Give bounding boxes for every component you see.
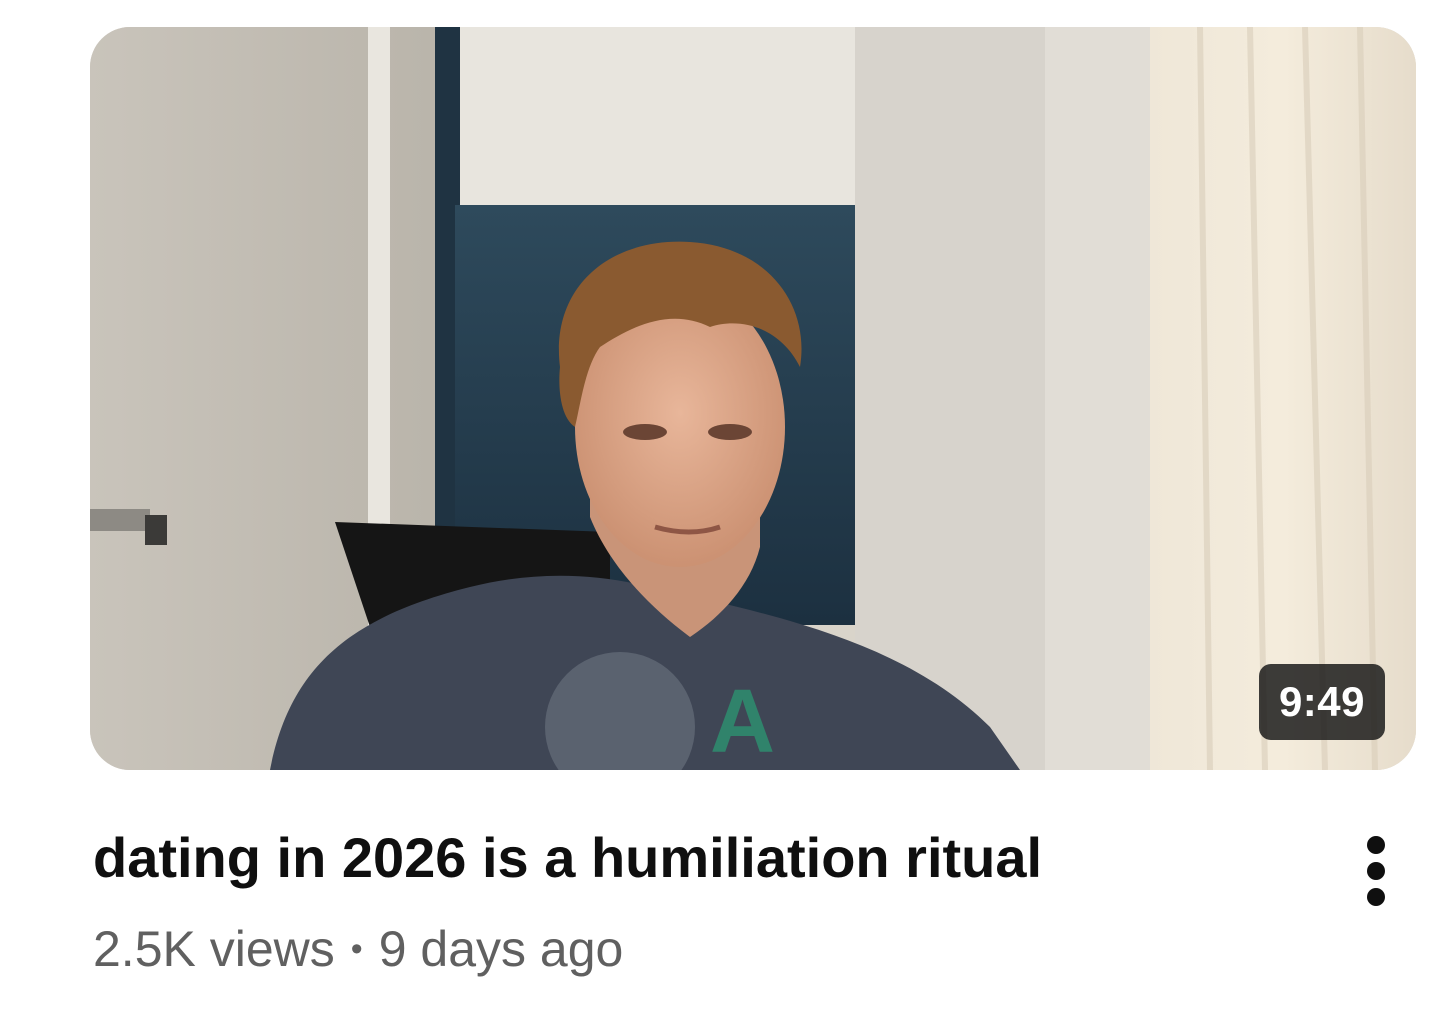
- upload-age: 9 days ago: [378, 921, 624, 977]
- video-thumbnail[interactable]: A 9:49: [90, 27, 1416, 770]
- video-metadata: 2.5K views • 9 days ago: [93, 920, 623, 978]
- view-count: 2.5K views: [93, 921, 335, 977]
- menu-dot: [1367, 836, 1385, 854]
- more-vertical-icon[interactable]: [1350, 826, 1402, 916]
- svg-text:A: A: [710, 672, 775, 770]
- video-title[interactable]: dating in 2026 is a humiliation ritual: [93, 826, 1293, 890]
- menu-dot: [1367, 888, 1385, 906]
- menu-dot: [1367, 862, 1385, 880]
- duration-badge: 9:49: [1258, 664, 1385, 740]
- thumbnail-image: A: [90, 27, 1416, 770]
- video-card[interactable]: A 9:49 dating in 2026 is a humiliation r…: [0, 0, 1452, 1010]
- meta-separator: •: [350, 930, 363, 968]
